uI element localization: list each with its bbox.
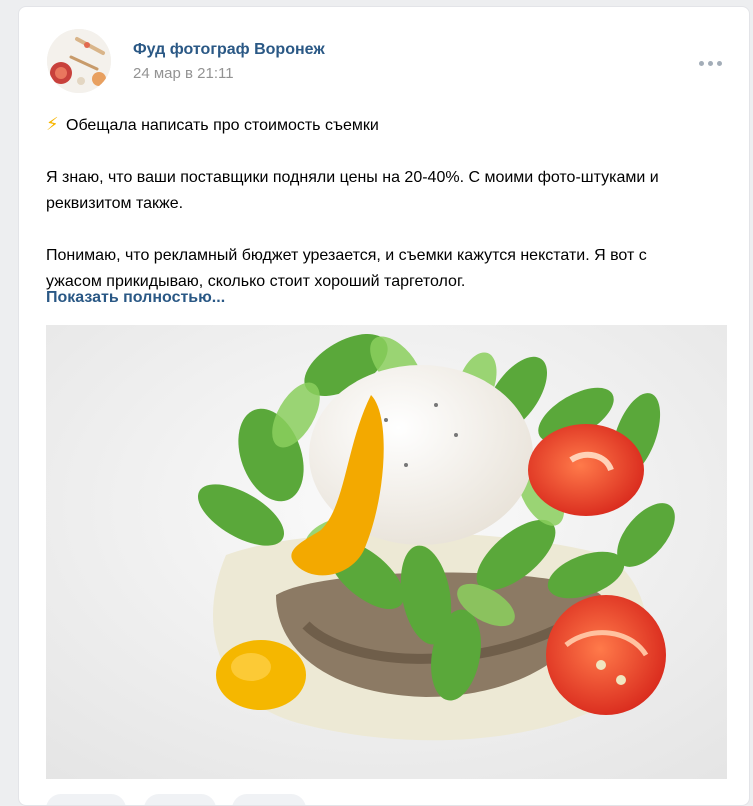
more-horizontal-icon[interactable] [699,59,723,69]
paragraph-line: Я знаю, что ваши поставщики подняли цены… [46,169,659,186]
post-date[interactable]: 24 мар в 21:11 [133,65,234,82]
food-photo-image [46,325,727,779]
headline-text: Обещала написать про стоимость съемки [66,117,379,134]
show-more-link[interactable]: Показать полностью... [46,289,225,307]
author-avatar[interactable] [47,29,111,93]
post-card: Фуд фотограф Воронеж 24 мар в 21:11 ⚡ Обе… [18,6,750,806]
post-photo[interactable] [46,325,727,779]
post-text: ⚡ Обещала написать про стоимость съемки Я… [46,111,726,295]
comment-button[interactable] [144,794,216,805]
lightning-icon: ⚡ [46,114,59,134]
author-name[interactable]: Фуд фотограф Воронеж [133,41,325,59]
share-button[interactable] [232,794,306,805]
like-button[interactable] [46,794,126,805]
paragraph-line: Понимаю, что рекламный бюджет урезается,… [46,247,647,264]
headline-line: ⚡ Обещала написать про стоимость съемки [46,111,726,139]
avatar-image [47,29,111,93]
paragraph-line: реквизитом также. [46,195,184,212]
